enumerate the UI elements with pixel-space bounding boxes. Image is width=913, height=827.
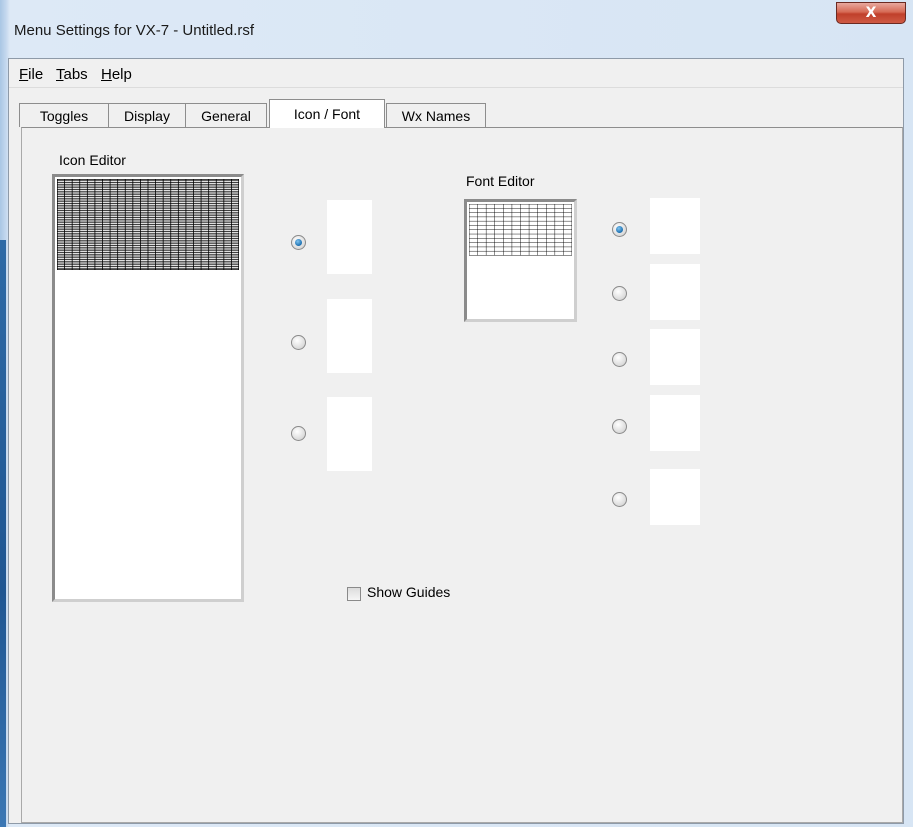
font-option-radio-1[interactable] bbox=[612, 222, 627, 237]
icon-editor-label: Icon Editor bbox=[59, 152, 126, 168]
icon-editor-grid[interactable] bbox=[52, 174, 244, 602]
show-guides-label[interactable]: Show Guides bbox=[367, 584, 450, 600]
icon-option-radio-3[interactable] bbox=[291, 426, 306, 441]
font-preview-2 bbox=[650, 264, 700, 320]
title-bar[interactable]: Menu Settings for VX-7 - Untitled.rsf X bbox=[0, 0, 913, 56]
menu-help-label: elp bbox=[111, 66, 132, 83]
menu-file-accel: F bbox=[19, 66, 29, 83]
app-window: Menu Settings for VX-7 - Untitled.rsf X … bbox=[0, 0, 913, 827]
icon-editor-pixels[interactable] bbox=[57, 179, 239, 270]
font-option-radio-2[interactable] bbox=[612, 286, 627, 301]
menu-help-accel: H bbox=[101, 66, 112, 83]
icon-preview-1 bbox=[327, 200, 372, 274]
menu-file[interactable]: File bbox=[19, 66, 43, 83]
close-button[interactable]: X bbox=[836, 2, 906, 24]
menu-tabs[interactable]: Tabs bbox=[56, 66, 88, 83]
font-option-radio-4[interactable] bbox=[612, 419, 627, 434]
show-guides-checkbox[interactable] bbox=[347, 587, 361, 601]
window-title: Menu Settings for VX-7 - Untitled.rsf bbox=[14, 22, 255, 39]
menu-help[interactable]: Help bbox=[101, 66, 132, 83]
font-option-radio-5[interactable] bbox=[612, 492, 627, 507]
font-preview-4 bbox=[650, 395, 700, 451]
tab-display[interactable]: Display bbox=[108, 103, 186, 127]
menu-tabs-accel: T bbox=[56, 66, 64, 83]
font-preview-3 bbox=[650, 329, 700, 385]
tab-wx-names[interactable]: Wx Names bbox=[386, 103, 486, 127]
client-area: File Tabs Help Toggles Display General I… bbox=[8, 58, 904, 824]
icon-option-radio-2[interactable] bbox=[291, 335, 306, 350]
font-editor-pixels[interactable] bbox=[469, 204, 572, 256]
menu-bar: File Tabs Help bbox=[9, 59, 903, 88]
tab-icon-font[interactable]: Icon / Font bbox=[269, 99, 385, 128]
icon-preview-2 bbox=[327, 299, 372, 373]
tab-toggles[interactable]: Toggles bbox=[19, 103, 109, 127]
tab-general[interactable]: General bbox=[185, 103, 267, 127]
font-option-radio-3[interactable] bbox=[612, 352, 627, 367]
font-preview-5 bbox=[650, 469, 700, 525]
font-preview-1 bbox=[650, 198, 700, 254]
icon-option-radio-1[interactable] bbox=[291, 235, 306, 250]
close-icon: X bbox=[865, 5, 877, 21]
icon-font-panel: Icon Editor Font Editor Show Guides bbox=[21, 127, 903, 823]
menu-file-label: ile bbox=[28, 66, 44, 83]
font-editor-grid[interactable] bbox=[464, 199, 577, 322]
window-edge-accent bbox=[0, 240, 6, 827]
icon-preview-3 bbox=[327, 397, 372, 471]
menu-tabs-label: abs bbox=[63, 66, 88, 83]
font-editor-label: Font Editor bbox=[466, 173, 535, 189]
